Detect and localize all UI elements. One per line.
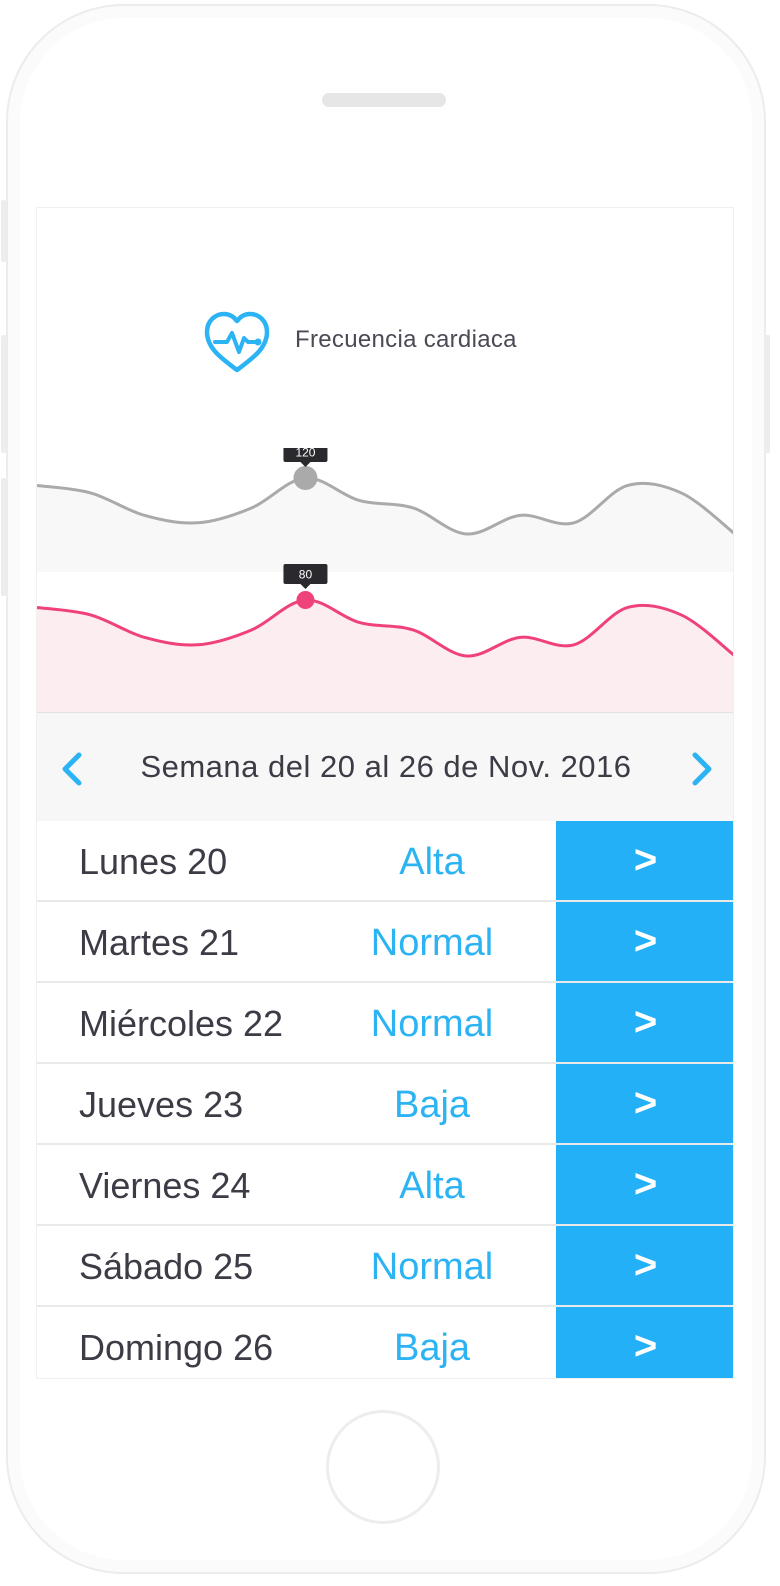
day-detail-button[interactable]: > (556, 1064, 733, 1143)
day-detail-button[interactable]: > (556, 983, 733, 1062)
day-name: Viernes 24 (79, 1165, 251, 1206)
highlight-point-1[interactable] (296, 591, 315, 609)
speaker-grille (322, 93, 446, 107)
app-screen: Frecuencia cardiaca 120 80 Semana del 20 … (36, 207, 734, 1379)
day-list: Lunes 20 Alta > Martes 21 Normal > Miérc… (37, 821, 733, 1378)
day-row-thursday: Jueves 23 Baja > (37, 1064, 733, 1145)
day-row-tuesday: Martes 21 Normal > (37, 902, 733, 983)
day-name: Miércoles 22 (79, 1003, 284, 1044)
tooltip-pointer-0 (300, 462, 311, 467)
day-level: Normal (370, 1003, 494, 1045)
day-row-sunday: Domingo 26 Baja > (37, 1307, 733, 1378)
day-detail-button[interactable]: > (556, 1145, 733, 1224)
day-name: Jueves 23 (79, 1084, 244, 1125)
tooltip-pointer-1 (300, 584, 311, 589)
week-navigator: Semana del 20 al 26 de Nov. 2016 (37, 713, 733, 823)
day-level: Alta (399, 1165, 465, 1207)
day-row-friday: Viernes 24 Alta > (37, 1145, 733, 1226)
day-detail-button[interactable]: > (556, 821, 733, 900)
header: Frecuencia cardiaca 120 80 (37, 208, 733, 714)
day-row-wednesday: Miércoles 22 Normal > (37, 983, 733, 1064)
day-detail-button[interactable]: > (556, 902, 733, 981)
heart-rate-chart: 120 80 (37, 448, 733, 714)
day-level: Normal (370, 1246, 494, 1288)
day-level: Normal (370, 922, 494, 964)
series-area-1 (37, 599, 733, 714)
day-level: Baja (393, 1084, 471, 1126)
chevron-right-icon[interactable] (687, 749, 717, 789)
tooltip-value-label-1: 80 (299, 568, 313, 582)
series-area-0 (37, 477, 733, 572)
day-name: Sábado 25 (79, 1246, 254, 1287)
heart-pulse-icon (204, 311, 270, 373)
day-row-saturday: Sábado 25 Normal > (37, 1226, 733, 1307)
day-row-monday: Lunes 20 Alta > (37, 821, 733, 902)
day-name: Domingo 26 (79, 1327, 274, 1368)
volume-down-button (1, 478, 6, 596)
week-label: Semana del 20 al 26 de Nov. 2016 (140, 749, 632, 784)
volume-up-button (1, 335, 6, 453)
mute-switch (1, 200, 6, 262)
day-detail-button[interactable]: > (556, 1307, 733, 1378)
day-name: Lunes 20 (79, 841, 228, 882)
day-level: Baja (393, 1327, 471, 1369)
day-name: Martes 21 (79, 922, 240, 963)
highlight-point-0[interactable] (293, 466, 318, 490)
power-button (765, 335, 770, 453)
day-level: Alta (399, 841, 465, 883)
page-title: Frecuencia cardiaca (295, 326, 517, 353)
home-button[interactable] (326, 1410, 440, 1524)
tooltip-value-label-0: 120 (295, 448, 315, 460)
day-detail-button[interactable]: > (556, 1226, 733, 1305)
